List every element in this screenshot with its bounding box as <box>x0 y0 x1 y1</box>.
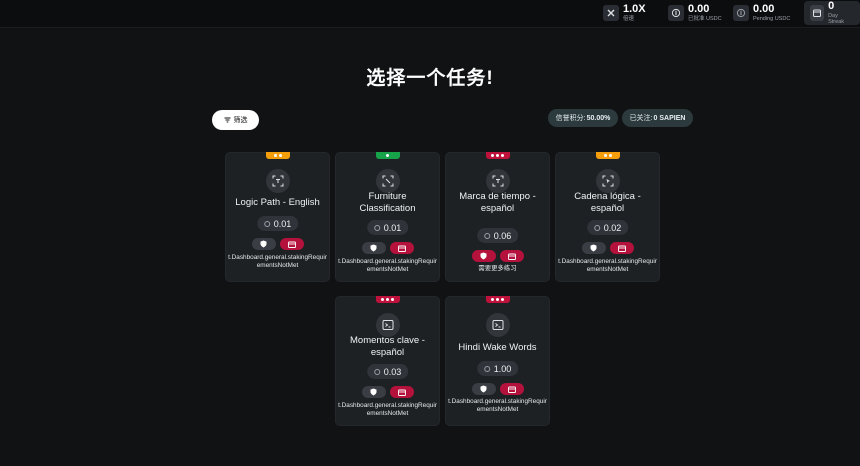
task-note: t.Dashboard.general.stakingRequirementsN… <box>228 254 327 269</box>
wallet-icon <box>279 238 304 250</box>
reward-value: 0.06 <box>493 230 512 241</box>
reward-value: 0.02 <box>603 222 622 233</box>
coin-icon <box>593 224 600 231</box>
task-card[interactable]: Cadena lógica - español 0.02 t.Dashboard… <box>555 152 660 282</box>
task-note: 需要更多练习 <box>478 265 517 272</box>
difficulty-tag <box>265 152 290 159</box>
multiplier-value: 1.0X <box>623 2 646 15</box>
task-card[interactable]: Logic Path - English 0.01 t.Dashboard.ge… <box>225 152 330 282</box>
task-name: Marca de tiempo - español <box>459 191 536 214</box>
terminal-icon <box>485 313 510 337</box>
top-bar: 1.0X 倍速 0.00 已批准 USDC 0.00 Pending USDC … <box>0 0 860 28</box>
shield-icon <box>471 250 496 262</box>
task-note: t.Dashboard.general.stakingRequirementsN… <box>448 398 547 413</box>
wallet-icon <box>499 383 524 395</box>
difficulty-tag <box>595 152 620 159</box>
followed-value: 0 SAPIEN <box>653 114 686 122</box>
reward-value: 0.01 <box>273 218 292 229</box>
day-streak-button[interactable]: 0 Day Streak <box>804 1 860 25</box>
multiplier-stat: 1.0X 倍速 <box>603 2 646 24</box>
task-name: Hindi Wake Words <box>458 342 537 353</box>
coin-icon <box>373 224 380 231</box>
reward-badge: 0.03 <box>366 364 409 379</box>
scan-cursor-icon <box>595 169 620 193</box>
followed-label: 已关注: <box>629 115 653 122</box>
difficulty-tag <box>485 152 510 159</box>
pending-stat: 0.00 Pending USDC <box>733 2 790 24</box>
difficulty-tag <box>375 152 400 159</box>
reputation-value: 50.00% <box>586 114 611 122</box>
coin-icon <box>483 232 490 239</box>
reward-value: 0.01 <box>383 222 402 233</box>
filter-label: 筛选 <box>233 117 248 124</box>
requirements <box>581 242 634 254</box>
scan-icon <box>375 169 400 193</box>
coin-icon <box>263 220 270 227</box>
task-name: Momentos clave - español <box>350 335 425 358</box>
filter-button[interactable]: 筛选 <box>212 110 259 130</box>
paid-stat: 0.00 已批准 USDC <box>668 2 722 24</box>
wallet-icon <box>389 386 414 398</box>
task-card[interactable]: Hindi Wake Words 1.00 t.Dashboard.genera… <box>445 296 550 426</box>
shield-icon <box>471 383 496 395</box>
shield-icon <box>251 238 276 250</box>
page-title: 选择一个任务! <box>366 68 494 89</box>
reputation-label: 信誉积分: <box>555 115 586 122</box>
requirements <box>471 250 524 262</box>
difficulty-tag <box>485 296 510 303</box>
difficulty-tag <box>375 296 400 303</box>
paid-value: 0.00 <box>688 2 710 15</box>
reward-badge: 0.02 <box>586 220 629 235</box>
task-name: Furniture Classification <box>359 191 416 214</box>
wallet-icon <box>389 242 414 254</box>
task-name: Cadena lógica - español <box>574 191 641 214</box>
task-note: t.Dashboard.general.stakingRequirementsN… <box>338 258 437 273</box>
terminal-icon <box>375 313 400 337</box>
task-name: Logic Path - English <box>235 197 320 208</box>
task-note: t.Dashboard.general.stakingRequirementsN… <box>558 258 657 273</box>
multiplier-icon <box>603 5 619 21</box>
task-card[interactable]: Marca de tiempo - español 0.06 需要更多练习 <box>445 152 550 282</box>
shield-icon <box>361 386 386 398</box>
coin-icon <box>483 365 490 372</box>
scan-icon <box>265 169 290 193</box>
reward-badge: 0.01 <box>366 220 409 235</box>
wallet-icon <box>609 242 634 254</box>
requirements <box>471 383 524 395</box>
reward-value: 0.03 <box>383 366 402 377</box>
multiplier-label: 倍速 <box>623 15 635 22</box>
pending-usdc-icon <box>733 5 749 21</box>
filter-icon <box>224 117 230 123</box>
task-card[interactable]: Momentos clave - español 0.03 t.Dashboar… <box>335 296 440 426</box>
streak-label: Day Streak <box>828 13 844 25</box>
shield-icon <box>361 242 386 254</box>
task-card[interactable]: Furniture Classification 0.01 t.Dashboar… <box>335 152 440 282</box>
scan-icon <box>485 169 510 193</box>
task-note: t.Dashboard.general.stakingRequirementsN… <box>338 402 437 417</box>
streak-value: 0 <box>828 0 835 12</box>
requirements <box>361 386 414 398</box>
usdc-icon <box>668 5 684 21</box>
pending-label: Pending USDC <box>753 15 791 22</box>
reputation-badge: 信誉积分: 50.00% <box>548 109 618 127</box>
paid-label: 已批准 USDC <box>688 15 722 22</box>
wallet-icon <box>499 250 524 262</box>
reward-badge: 0.01 <box>256 216 299 231</box>
reward-value: 1.00 <box>493 363 512 374</box>
followed-badge: 已关注: 0 SAPIEN <box>622 109 693 127</box>
requirements <box>251 238 304 250</box>
coin-icon <box>373 368 380 375</box>
shield-icon <box>581 242 606 254</box>
requirements <box>361 242 414 254</box>
reward-badge: 1.00 <box>476 361 519 376</box>
pending-value: 0.00 <box>753 2 775 15</box>
calendar-icon <box>810 5 825 21</box>
reward-badge: 0.06 <box>476 228 519 243</box>
